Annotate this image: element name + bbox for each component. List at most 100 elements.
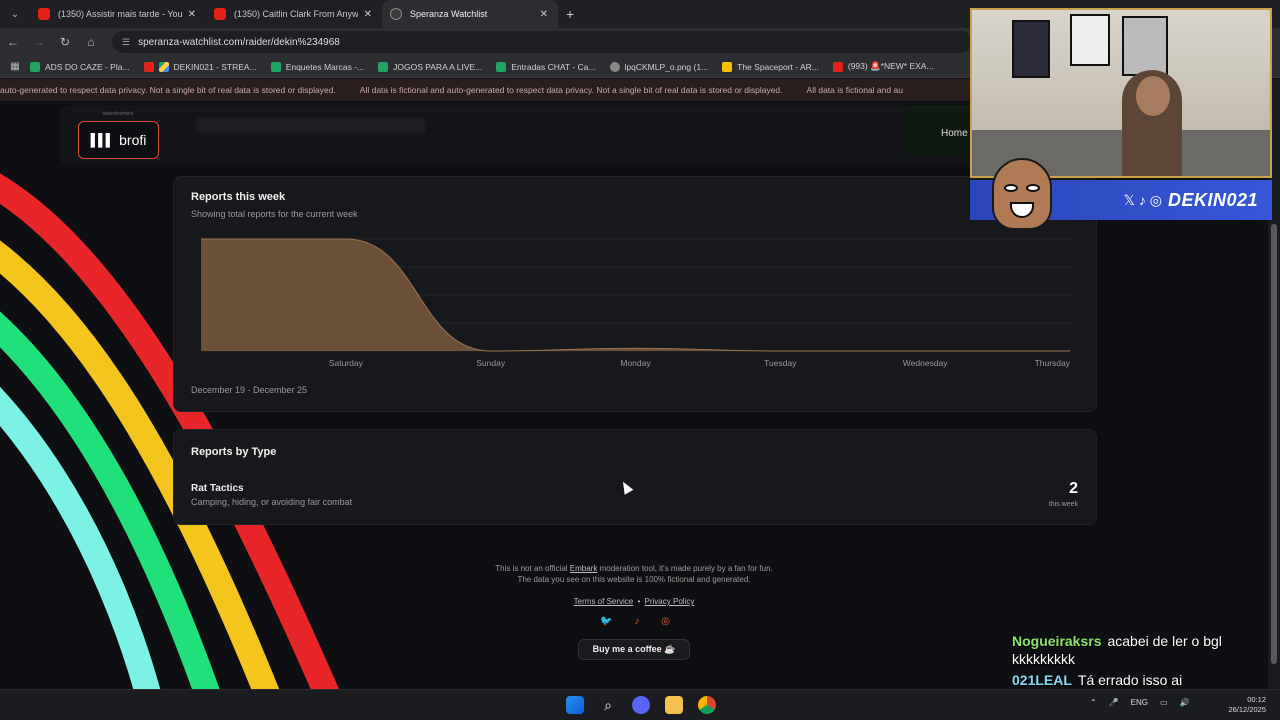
x-tick-label: Monday: [620, 358, 651, 368]
url-text: speranza-watchlist.com/raider/dekin%2349…: [138, 36, 340, 48]
reports-type-card: Reports by Type Rat Tactics Camping, hid…: [173, 429, 1097, 525]
avatar-eye: [1004, 184, 1018, 192]
globe-icon: [609, 61, 620, 72]
banner-handle: DEKIN021: [1167, 189, 1258, 210]
footer-text: This is not an official Embark moderatio…: [380, 563, 888, 585]
instagram-icon[interactable]: ◎: [661, 616, 670, 627]
bookmark[interactable]: ADS DO CAZE - Pla...: [30, 61, 130, 72]
volume-icon[interactable]: 🔊: [1180, 698, 1190, 707]
poster: [1070, 14, 1110, 66]
logo-text: brofi: [119, 132, 147, 148]
chat-message: Nogueiraksrs acabei de ler o bgl kkkkkkkk…: [1012, 632, 1272, 668]
chrome-icon[interactable]: [698, 696, 716, 714]
type-name: Rat Tactics: [191, 483, 244, 494]
drive-icon: [158, 61, 169, 72]
reload-icon[interactable]: ↻: [52, 28, 78, 56]
type-count-label: this week: [1048, 501, 1078, 508]
forward-icon[interactable]: →: [26, 28, 52, 56]
search-icon[interactable]: ⌕: [599, 696, 617, 714]
clock[interactable]: 00:12 26/12/2025: [1214, 695, 1266, 715]
bookmark[interactable]: lpqCKMLP_o.png (1...: [609, 61, 708, 72]
discord-icon[interactable]: [632, 696, 650, 714]
social-icons: 𝕏 ♪ ◎: [1123, 191, 1162, 208]
language-indicator[interactable]: ENG: [1131, 698, 1148, 707]
blurred-search: [196, 117, 426, 133]
back-icon[interactable]: ←: [0, 28, 26, 56]
close-tab-icon[interactable]: ✕: [540, 9, 548, 20]
microphone-icon[interactable]: 🎤: [1109, 698, 1119, 707]
chat-user: 021LEAL: [1012, 672, 1072, 688]
youtube-icon: [832, 61, 843, 72]
avatar-eye: [1026, 184, 1040, 192]
tab-title: (1350) Caitlin Clark From Anywh: [234, 9, 358, 19]
tab-caitlin[interactable]: (1350) Caitlin Clark From Anywh ✕: [206, 0, 382, 28]
windows-taskbar: ⌕ ⌃ 🎤 ENG ▭ 🔊 00:12 26/12/2025: [0, 689, 1280, 720]
tiktok-icon[interactable]: ♪: [634, 616, 639, 627]
bookmark[interactable]: DEKIN021 - STREA...: [143, 61, 257, 72]
tab-search-icon[interactable]: ⌄: [0, 0, 30, 28]
footer-line-1: This is not an official Embark moderatio…: [495, 564, 773, 573]
bookmark[interactable]: Entradas CHAT - Ca...: [496, 61, 596, 72]
date: 26/12/2025: [1228, 705, 1266, 714]
buy-coffee-button[interactable]: Buy me a coffee ☕: [578, 639, 690, 660]
type-count: 2: [1069, 480, 1078, 497]
ad-label: advertisement: [102, 111, 134, 117]
close-tab-icon[interactable]: ✕: [364, 9, 372, 20]
privacy-link[interactable]: Privacy Policy: [645, 597, 695, 606]
address-bar[interactable]: ☰ speranza-watchlist.com/raider/dekin%23…: [112, 31, 972, 53]
new-tab-icon[interactable]: +: [566, 6, 574, 22]
reports-week-card: Reports this week Showing total reports …: [173, 176, 1097, 412]
twitter-icon[interactable]: 🐦: [600, 616, 612, 627]
streamer-head: [1136, 76, 1170, 116]
file-explorer-icon[interactable]: [665, 696, 683, 714]
bookmark[interactable]: (993) 🚨*NEW* EXA...: [832, 61, 934, 72]
webcam-overlay: [970, 8, 1272, 178]
separator: •: [637, 597, 641, 606]
embark-link[interactable]: Embark: [570, 564, 598, 573]
bookmark[interactable]: The Spaceport - AR...: [722, 61, 819, 72]
screen: ⌄ (1350) Assistir mais tarde - You ✕ (13…: [0, 0, 1280, 720]
apps-grid-icon[interactable]: ▦: [0, 61, 30, 72]
equalizer-icon: ▌▌▌: [90, 133, 114, 147]
tab-speranza[interactable]: Speranza Watchlist ✕: [382, 0, 558, 28]
speranza-icon: [390, 8, 402, 20]
youtube-icon: [38, 8, 50, 20]
terms-link[interactable]: Terms of Service: [574, 597, 634, 606]
network-icon[interactable]: ▭: [1160, 698, 1168, 707]
poster: [1012, 20, 1050, 78]
close-tab-icon[interactable]: ✕: [188, 9, 196, 20]
card-title: Reports by Type: [191, 446, 277, 458]
x-tick-label: Tuesday: [764, 358, 797, 368]
site-info-icon[interactable]: ☰: [122, 37, 130, 48]
type-description: Camping, hiding, or avoiding fair combat: [191, 497, 353, 507]
nav-home-link[interactable]: Home: [941, 128, 968, 139]
footer-links: Terms of Service • Privacy Policy: [380, 597, 888, 606]
reports-area-chart: Saturday Sunday Monday Tuesday Wednesday Thur…: [201, 238, 1071, 368]
sheets-icon: [496, 61, 507, 72]
sheets-icon: [378, 61, 389, 72]
youtube-icon: [214, 8, 226, 20]
poster: [1122, 16, 1168, 76]
x-tick-label: Thursday: [1035, 358, 1071, 368]
tab-title: (1350) Assistir mais tarde - You: [58, 9, 182, 19]
home-icon[interactable]: ⌂: [78, 28, 104, 56]
x-tick-label: Wednesday: [903, 358, 948, 368]
system-tray: ⌃ 🎤 ENG ▭ 🔊: [1090, 698, 1190, 707]
windows-start-icon[interactable]: [566, 696, 584, 714]
youtube-icon: [143, 61, 154, 72]
footer-line-2: The data you see on this website is 100%…: [517, 575, 751, 584]
tab-assistir[interactable]: (1350) Assistir mais tarde - You ✕: [30, 0, 206, 28]
avatar-mouth: [1010, 202, 1034, 218]
brofi-logo[interactable]: ▌▌▌ brofi: [78, 121, 159, 159]
sheets-icon: [270, 61, 281, 72]
bookmark[interactable]: Enquetes Marcas -...: [270, 61, 364, 72]
spaceport-icon: [722, 61, 733, 72]
chevron-up-icon[interactable]: ⌃: [1090, 698, 1097, 707]
bookmark[interactable]: JOGOS PARA A LIVE...: [378, 61, 482, 72]
tab-title: Speranza Watchlist: [410, 9, 488, 19]
social-links: 🐦 ♪ ◎: [600, 616, 670, 627]
cartoon-avatar: [992, 158, 1052, 230]
date-range: December 19 - December 25: [191, 385, 308, 395]
scroll-thumb[interactable]: [1271, 224, 1277, 664]
x-tick-label: Sunday: [476, 358, 506, 368]
